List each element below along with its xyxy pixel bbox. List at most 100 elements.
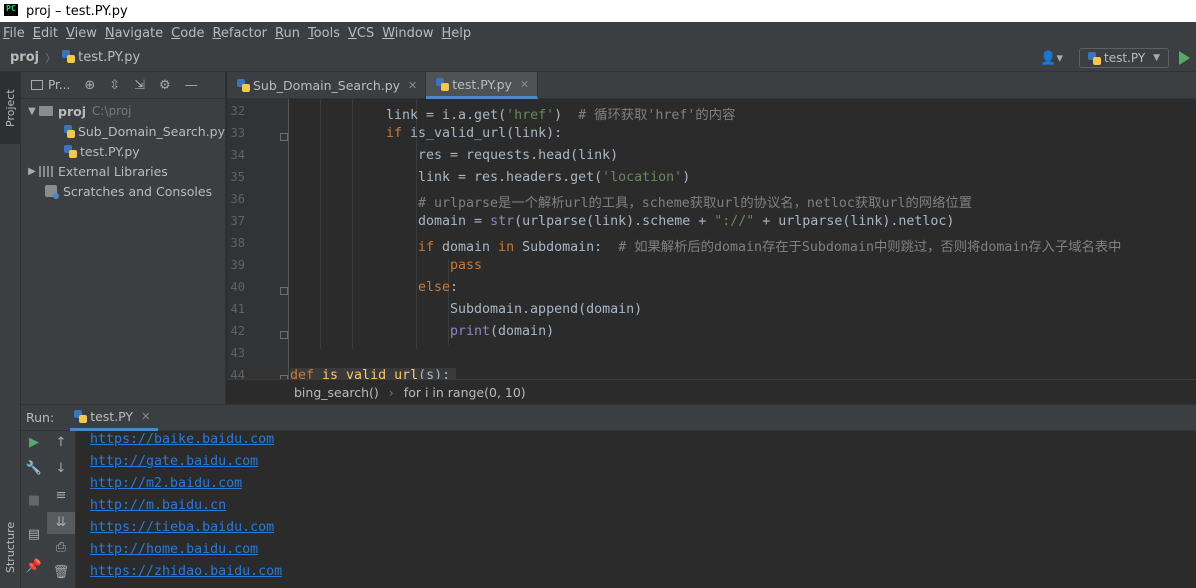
project-panel-header: Pr... ⊕ ⇳ ⇲ ⚙ — — [21, 72, 225, 99]
console-output-link[interactable]: http://m2.baidu.com — [90, 476, 1196, 498]
code-line-39: pass — [450, 258, 483, 273]
layout-icon[interactable]: ▤ — [21, 527, 47, 542]
code-line-32: link = i.a.get('href') # 循环获取'href'的内容 — [386, 108, 736, 123]
editor-gutter: 32 33 34 35 36 37 38 39 40 41 42 43 44 — [227, 99, 289, 379]
expand-all-icon[interactable]: ⇳ — [109, 78, 120, 93]
fold-marker-icon[interactable] — [280, 133, 288, 141]
tab-sub-domain-search[interactable]: Sub_Domain_Search.py ✕ — [227, 72, 427, 99]
locate-file-icon[interactable]: ⊕ — [84, 78, 95, 93]
code-editor[interactable]: 32 33 34 35 36 37 38 39 40 41 42 43 44 "… — [227, 99, 1196, 379]
print-icon[interactable]: ⎙ — [47, 540, 75, 555]
console-output-link[interactable]: http://home.baidu.com — [90, 542, 1196, 564]
run-configuration-select[interactable]: test.PY ▼ — [1079, 48, 1169, 68]
code-area[interactable]: " " link = i.a.get('href') # 循环获取'href'的… — [290, 99, 1196, 379]
breadcrumb-loop[interactable]: for i in range(0, 10) — [404, 385, 526, 400]
menu-navigate[interactable]: Navigate — [105, 26, 163, 41]
soft-wrap-icon[interactable]: ≡ — [47, 488, 75, 503]
run-tab-test-py[interactable]: test.PY ✕ — [70, 404, 159, 431]
tree-item-label: Scratches and Consoles — [63, 183, 213, 199]
project-tool-tab[interactable]: Project — [0, 72, 21, 144]
nav-crumb-file[interactable]: test.PY.py — [62, 50, 140, 65]
menu-edit[interactable]: Edit — [33, 26, 58, 41]
code-line-36: # urlparse是一个解析url的工具，scheme获取url的协议名，ne… — [418, 196, 972, 211]
python-file-icon — [1088, 51, 1101, 65]
tree-item-test-py[interactable]: test.PY.py — [21, 141, 225, 161]
project-tool-tab-label: Project — [4, 89, 17, 127]
tree-item-proj[interactable]: ▼ proj C:\proj — [21, 101, 225, 121]
navigation-bar: proj 〉 test.PY.py 👤▾ test.PY ▼ — [0, 44, 1196, 72]
menu-vcs[interactable]: VCS — [348, 26, 374, 41]
breadcrumb-function[interactable]: bing_search() — [294, 385, 379, 400]
expand-arrow-icon[interactable]: ▼ — [25, 106, 39, 117]
arrow-up-icon[interactable]: ↑ — [47, 435, 75, 450]
console-output-link[interactable]: http://gate.baidu.com — [90, 454, 1196, 476]
close-tab-icon[interactable]: ✕ — [408, 79, 417, 92]
structure-tool-tab[interactable]: Structure — [0, 512, 21, 582]
collapse-all-icon[interactable]: ⇲ — [134, 78, 145, 93]
menu-tools[interactable]: Tools — [308, 26, 340, 41]
structure-tool-tab-label: Structure — [4, 521, 17, 573]
run-console[interactable]: https://baike.baidu.com http://gate.baid… — [77, 431, 1196, 588]
tree-item-scratches[interactable]: Scratches and Consoles — [21, 181, 225, 201]
line-number: 37 — [230, 214, 245, 228]
fold-marker-icon[interactable] — [280, 287, 288, 295]
console-output-link[interactable]: https://tieba.baidu.com — [90, 520, 1196, 542]
code-line-34: res = requests.head(link) — [418, 148, 619, 163]
python-file-icon — [74, 409, 88, 423]
tab-test-py[interactable]: test.PY.py ✕ — [426, 72, 539, 99]
run-toolbar-secondary: ↑ ↓ ≡ ⇊ ⎙ 🗑 — [47, 431, 76, 588]
expand-arrow-icon[interactable]: ▶ — [25, 166, 39, 177]
tree-item-sub-domain-search[interactable]: Sub_Domain_Search.py — [21, 121, 225, 141]
line-number: 41 — [230, 302, 245, 316]
library-icon — [39, 165, 53, 177]
line-number: 39 — [230, 258, 245, 272]
nav-crumb-project[interactable]: proj — [10, 50, 39, 65]
menu-code[interactable]: Code — [171, 26, 204, 41]
edit-configuration-wrench-icon[interactable]: 🔧 — [21, 461, 47, 476]
close-tab-icon[interactable]: ✕ — [520, 78, 529, 91]
user-account-icon[interactable]: 👤▾ — [1040, 51, 1063, 66]
run-toolbar-primary: ▶ 🔧 ■ ▤ 📌 — [21, 431, 47, 588]
menu-bar: File Edit View Navigate Code Refactor Ru… — [0, 22, 1196, 44]
console-output-link[interactable]: http://m.baidu.cn — [90, 498, 1196, 520]
breadcrumb-separator-icon: › — [388, 384, 394, 400]
tree-item-label: Sub_Domain_Search.py — [77, 123, 225, 139]
tab-label: test.PY.py — [452, 76, 512, 92]
pin-tab-icon[interactable]: 📌 — [21, 559, 47, 574]
close-tab-icon[interactable]: ✕ — [141, 410, 150, 423]
python-file-icon — [64, 124, 75, 138]
project-panel: Pr... ⊕ ⇳ ⇲ ⚙ — ▼ proj C:\proj Sub_Domai… — [21, 72, 226, 404]
code-line-40: else: — [418, 280, 459, 295]
hide-panel-icon[interactable]: — — [185, 78, 198, 93]
indent-guide — [448, 259, 449, 345]
code-line-33: if is_valid_url(link): — [386, 126, 563, 141]
tree-item-external-libraries[interactable]: ▶ External Libraries — [21, 161, 225, 181]
code-line-38: if domain in Subdomain: # 如果解析后的domain存在… — [418, 240, 1122, 255]
console-output-link[interactable]: https://baike.baidu.com — [90, 432, 1196, 454]
arrow-down-icon[interactable]: ↓ — [47, 461, 75, 476]
settings-gear-icon[interactable]: ⚙ — [159, 78, 171, 93]
run-play-icon[interactable] — [1179, 51, 1190, 65]
indent-guide — [320, 99, 321, 349]
menu-help[interactable]: Help — [442, 26, 472, 41]
menu-file[interactable]: File — [3, 26, 25, 41]
scroll-to-end-icon[interactable]: ⇊ — [47, 512, 75, 534]
rerun-icon[interactable]: ▶ — [21, 435, 47, 450]
code-line-35: link = res.headers.get('location') — [418, 170, 691, 185]
project-tree: ▼ proj C:\proj Sub_Domain_Search.py test… — [21, 99, 225, 201]
window-title: proj – test.PY.py — [26, 3, 128, 19]
menu-refactor[interactable]: Refactor — [212, 26, 267, 41]
title-bar: PC proj – test.PY.py — [0, 0, 1196, 22]
console-output-link[interactable]: https://zhidao.baidu.com — [90, 564, 1196, 586]
fold-marker-icon[interactable] — [280, 331, 288, 339]
menu-run[interactable]: Run — [275, 26, 300, 41]
project-view-selector[interactable]: Pr... — [48, 78, 70, 92]
menu-window[interactable]: Window — [382, 26, 433, 41]
line-number: 43 — [230, 346, 245, 360]
trash-clear-icon[interactable]: 🗑 — [47, 565, 75, 580]
left-tool-strip: Project Structure — [0, 72, 21, 588]
code-line-41: Subdomain.append(domain) — [450, 302, 643, 317]
menu-view[interactable]: View — [66, 26, 97, 41]
stop-icon[interactable]: ■ — [21, 493, 47, 508]
line-number: 36 — [230, 192, 245, 206]
